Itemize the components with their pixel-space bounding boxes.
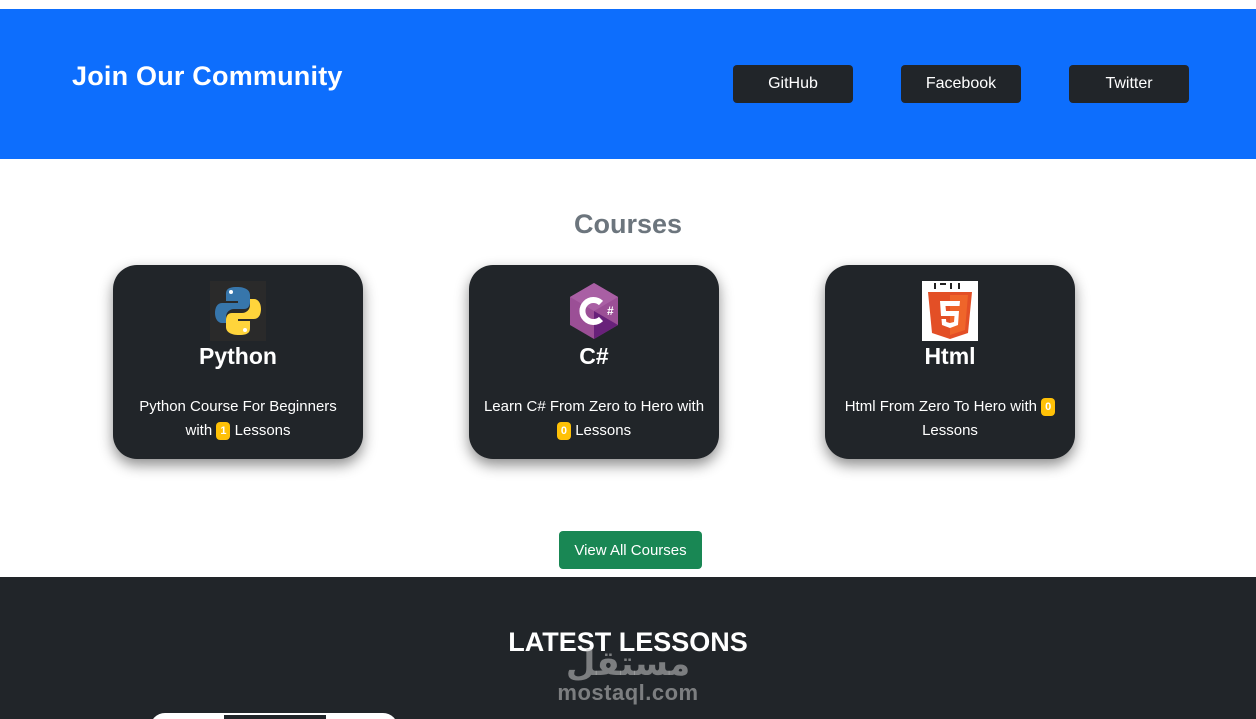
twitter-button[interactable]: Twitter xyxy=(1069,65,1189,103)
course-description: Python Course For Beginners with 1 Lesso… xyxy=(127,395,349,443)
course-description: Html From Zero To Hero with 0 Lessons xyxy=(839,395,1061,443)
community-banner: Join Our Community GitHub Facebook Twitt… xyxy=(0,9,1256,159)
lesson-card-thumbnail xyxy=(224,715,326,719)
course-desc-text: Learn C# From Zero to Hero with xyxy=(483,398,705,415)
course-title: Html xyxy=(924,343,976,369)
watermark-arabic: مستقل xyxy=(565,644,691,684)
csharp-logo-icon: # xyxy=(566,281,622,341)
course-title: C# xyxy=(579,343,609,369)
html5-logo-icon xyxy=(922,281,978,341)
course-description: Learn C# From Zero to Hero with 0 Lesson… xyxy=(483,395,705,443)
course-desc-suffix: Lessons xyxy=(234,422,291,439)
github-button[interactable]: GitHub xyxy=(733,65,853,103)
course-desc-suffix: Lessons xyxy=(575,422,632,439)
course-card-html[interactable]: Html Html From Zero To Hero with 0 Lesso… xyxy=(825,265,1075,459)
facebook-button[interactable]: Facebook xyxy=(901,65,1021,103)
course-card-python[interactable]: Python Python Course For Beginners with … xyxy=(113,265,363,459)
course-desc-text: Html From Zero To Hero with xyxy=(844,398,1037,415)
course-card-csharp[interactable]: # C# Learn C# From Zero to Hero with 0 L… xyxy=(469,265,719,459)
lesson-count-badge: 0 xyxy=(556,422,572,440)
python-logo-icon xyxy=(210,281,266,341)
community-title: Join Our Community xyxy=(72,61,343,91)
top-strip xyxy=(0,0,1256,9)
course-title: Python xyxy=(199,343,277,369)
view-all-courses-button[interactable]: View All Courses xyxy=(559,531,702,569)
watermark-latin: mostaql.com xyxy=(557,680,699,705)
lesson-count-badge: 0 xyxy=(1041,398,1056,416)
svg-text:#: # xyxy=(607,304,614,318)
latest-lessons-section: LATEST LESSONS مستقل mostaql.com xyxy=(0,577,1256,719)
courses-section: Courses Python Python Course For Beginne… xyxy=(0,159,1256,577)
courses-heading: Courses xyxy=(573,209,683,239)
lesson-count-badge: 1 xyxy=(216,422,231,440)
course-desc-suffix: Lessons xyxy=(922,422,978,439)
watermark: مستقل mostaql.com xyxy=(548,647,708,705)
